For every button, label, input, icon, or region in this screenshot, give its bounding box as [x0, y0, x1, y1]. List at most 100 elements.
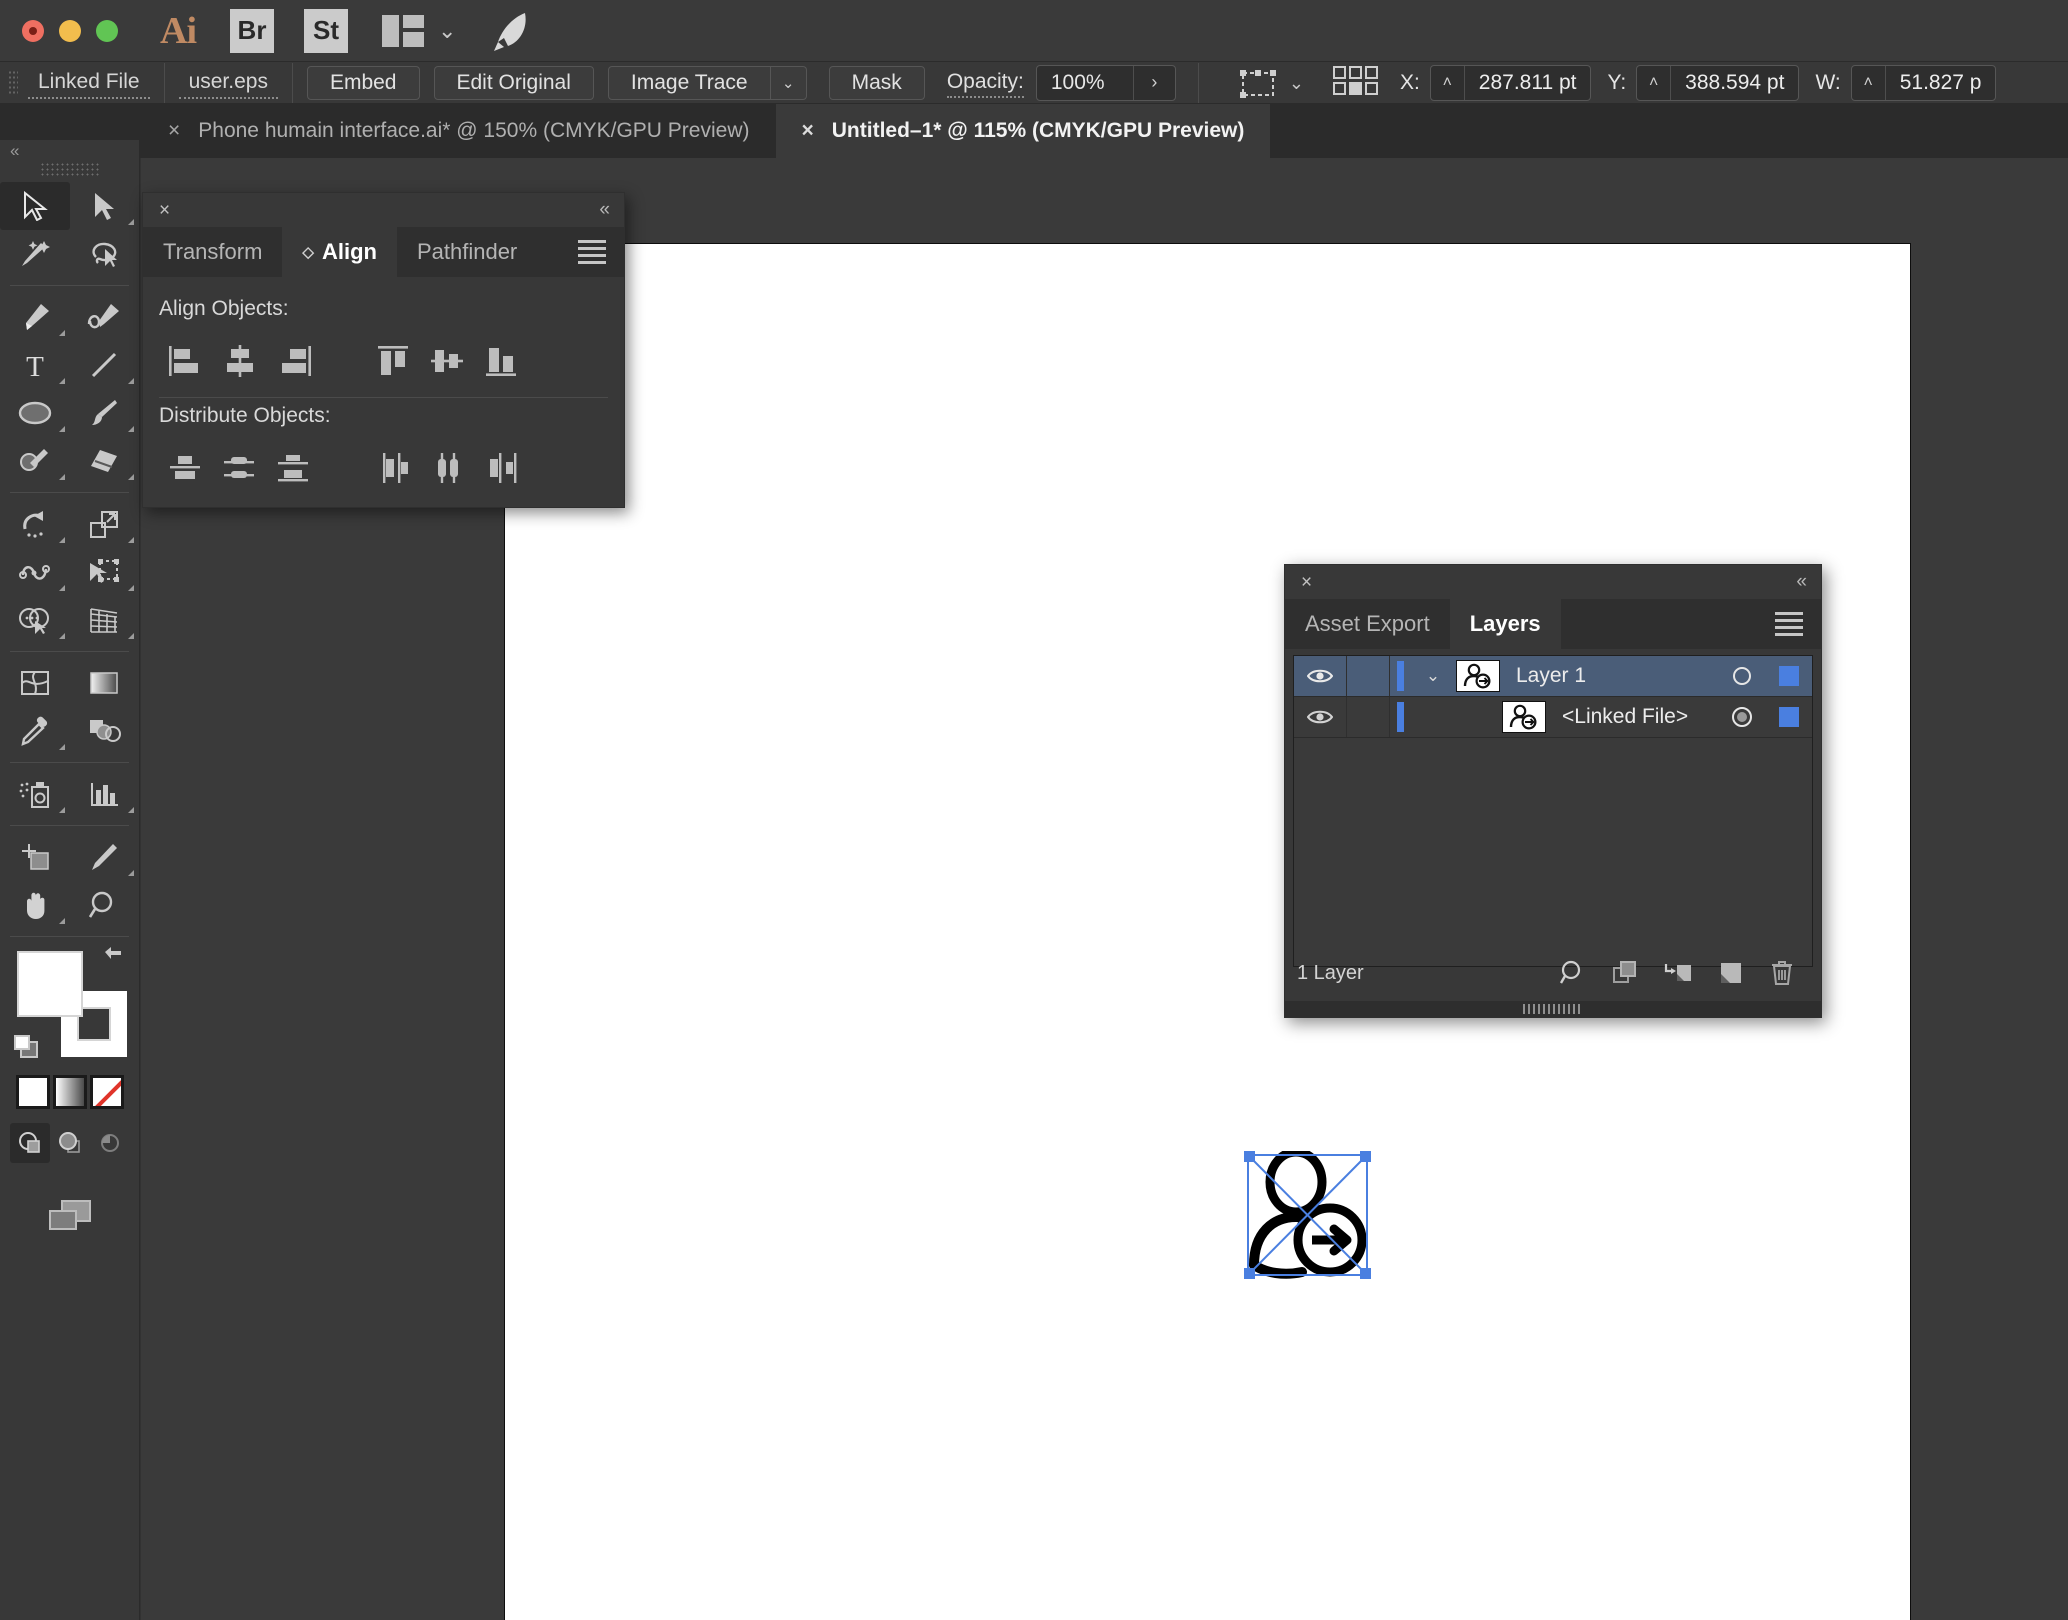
tab-layers[interactable]: Layers	[1449, 599, 1561, 649]
layers-list[interactable]: ⌄ Layer 1 <Linked File>	[1293, 655, 1813, 967]
mask-button[interactable]: Mask	[828, 65, 925, 100]
chevron-down-icon[interactable]: ⌄	[770, 65, 807, 100]
ellipse-tool[interactable]	[0, 389, 70, 437]
create-new-sublayer-icon[interactable]	[1663, 959, 1693, 987]
default-fill-stroke-icon[interactable]	[13, 1033, 43, 1061]
vertical-distribute-bottom-icon[interactable]	[267, 442, 321, 494]
eraser-tool[interactable]	[70, 437, 140, 485]
collapse-icon[interactable]: «	[10, 141, 20, 161]
linked-file-name[interactable]: user.eps	[178, 67, 278, 99]
image-trace-button[interactable]: Image Trace	[607, 65, 771, 100]
curvature-tool[interactable]	[70, 293, 140, 341]
draw-behind-button[interactable]	[50, 1123, 90, 1163]
table-row[interactable]: ⌄ Layer 1	[1294, 656, 1812, 697]
tab-transform[interactable]: Transform	[143, 227, 282, 277]
symbol-sprayer-tool[interactable]	[0, 770, 70, 818]
table-row[interactable]: <Linked File>	[1294, 697, 1812, 738]
tools-panel-grip[interactable]	[39, 162, 100, 176]
minimize-window-button[interactable]	[59, 19, 81, 42]
control-bar-grip[interactable]	[8, 69, 18, 96]
tab-align[interactable]: ◇ Align	[282, 227, 397, 277]
paintbrush-tool[interactable]	[70, 389, 140, 437]
direct-selection-tool[interactable]	[70, 182, 140, 230]
close-icon[interactable]: ×	[802, 119, 814, 143]
x-stepper-icon[interactable]: ˄	[1431, 65, 1465, 100]
close-window-button[interactable]	[22, 19, 44, 42]
line-segment-tool[interactable]	[70, 341, 140, 389]
chevron-down-icon[interactable]: ⌄	[1410, 666, 1456, 686]
mesh-tool[interactable]	[0, 659, 70, 707]
zoom-window-button[interactable]	[96, 19, 118, 42]
gradient-mode-button[interactable]	[52, 1075, 87, 1109]
layer-visibility-toggle[interactable]	[1294, 708, 1346, 726]
create-new-layer-icon[interactable]	[1717, 959, 1745, 987]
layers-panel-titlebar[interactable]: × «	[1285, 565, 1821, 599]
close-icon[interactable]: ×	[1301, 573, 1312, 592]
draw-normal-button[interactable]	[9, 1123, 50, 1163]
opacity-value[interactable]: 100%	[1037, 71, 1133, 95]
vertical-align-bottom-icon[interactable]	[475, 335, 529, 387]
w-field[interactable]: ˄ 51.827 p	[1850, 64, 1997, 101]
width-tool[interactable]	[0, 548, 70, 596]
layer-selection-square[interactable]	[1766, 707, 1812, 727]
stock-icon[interactable]: St	[304, 8, 348, 53]
reference-point-selector[interactable]	[1330, 65, 1384, 101]
layer-visibility-toggle[interactable]	[1294, 667, 1346, 685]
y-stepper-icon[interactable]: ˄	[1637, 65, 1672, 100]
vertical-distribute-center-icon[interactable]	[213, 442, 267, 494]
image-trace-split-button[interactable]: Image Trace ⌄	[607, 65, 807, 100]
chevron-down-icon[interactable]: ⌄	[438, 19, 456, 42]
rotate-tool[interactable]	[0, 500, 70, 548]
horizontal-distribute-right-icon[interactable]	[475, 442, 529, 494]
zoom-tool[interactable]	[70, 881, 140, 929]
layer-lock-toggle[interactable]	[1346, 697, 1390, 737]
horizontal-align-right-icon[interactable]	[267, 335, 321, 387]
magic-wand-tool[interactable]	[0, 230, 70, 278]
artwork-user-with-arrow[interactable]	[1244, 1151, 1371, 1279]
delete-selection-icon[interactable]	[1769, 959, 1795, 987]
pen-tool[interactable]	[0, 293, 70, 341]
align-panel-titlebar[interactable]: × «	[143, 193, 624, 227]
horizontal-align-left-icon[interactable]	[159, 335, 213, 387]
w-value[interactable]: 51.827 p	[1886, 71, 1996, 95]
collapse-icon[interactable]: «	[1796, 571, 1806, 593]
y-field[interactable]: ˄ 388.594 pt	[1636, 64, 1800, 101]
layer-target-indicator[interactable]	[1718, 705, 1766, 729]
column-graph-tool[interactable]	[70, 770, 140, 818]
shaper-tool[interactable]	[0, 437, 70, 485]
locate-object-icon[interactable]	[1559, 959, 1587, 987]
perspective-grid-tool[interactable]	[70, 596, 140, 644]
y-value[interactable]: 388.594 pt	[1671, 71, 1798, 95]
free-transform-tool[interactable]	[70, 548, 140, 596]
artboard-tool[interactable]	[0, 833, 70, 881]
make-clipping-mask-icon[interactable]	[1611, 959, 1639, 987]
document-tab-untitled-1[interactable]: × Untitled–1* @ 115% (CMYK/GPU Preview)	[775, 104, 1271, 158]
opacity-flyout-icon[interactable]: ›	[1132, 65, 1175, 100]
color-mode-button[interactable]	[15, 1075, 50, 1109]
eyedropper-tool[interactable]	[0, 707, 70, 755]
w-stepper-icon[interactable]: ˄	[1852, 65, 1886, 100]
draw-inside-button[interactable]	[90, 1123, 130, 1163]
tab-asset-export[interactable]: Asset Export	[1285, 599, 1450, 649]
transform-options-button[interactable]: ⌄	[1239, 67, 1304, 99]
layer-lock-toggle[interactable]	[1346, 656, 1390, 696]
layer-target-indicator[interactable]	[1718, 665, 1766, 687]
close-icon[interactable]: ×	[159, 201, 170, 220]
document-tab-phone-humain-interface[interactable]: × Phone humain interface.ai* @ 150% (CMY…	[142, 104, 776, 158]
horizontal-align-center-icon[interactable]	[213, 335, 267, 387]
horizontal-distribute-left-icon[interactable]	[367, 442, 421, 494]
layer-name[interactable]: Layer 1	[1500, 664, 1718, 688]
shape-builder-tool[interactable]	[0, 596, 70, 644]
panel-menu-button[interactable]	[560, 227, 624, 277]
type-tool[interactable]: T	[0, 341, 70, 389]
change-screen-mode-icon[interactable]	[0, 1195, 139, 1235]
blend-tool[interactable]	[70, 707, 140, 755]
gradient-tool[interactable]	[70, 659, 140, 707]
collapse-icon[interactable]: «	[599, 199, 609, 221]
layer-name[interactable]: <Linked File>	[1546, 705, 1718, 729]
selection-tool[interactable]	[0, 182, 70, 230]
swap-fill-stroke-icon[interactable]	[99, 945, 127, 969]
vertical-align-top-icon[interactable]	[367, 335, 421, 387]
panel-menu-button[interactable]	[1757, 599, 1821, 649]
fill-swatch[interactable]	[16, 951, 83, 1017]
